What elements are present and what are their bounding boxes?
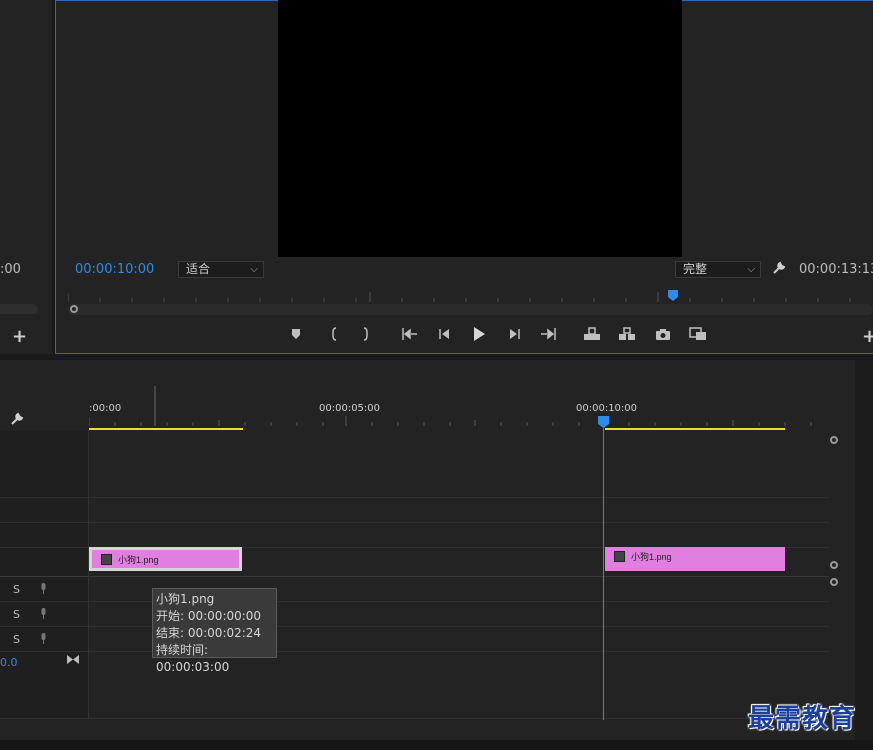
extract-icon[interactable] xyxy=(616,323,638,345)
microphone-icon[interactable] xyxy=(40,633,47,644)
mark-in-icon[interactable] xyxy=(323,323,345,345)
microphone-icon[interactable] xyxy=(40,608,47,619)
timeline-clip[interactable]: 小狗1.png xyxy=(605,547,785,571)
microphone-icon[interactable] xyxy=(40,583,47,594)
header-divider xyxy=(88,430,89,718)
bowtie-icon[interactable] xyxy=(67,654,79,667)
scrollbar-handle[interactable] xyxy=(830,578,838,586)
track-divider xyxy=(0,522,829,523)
clip-tooltip: 小狗1.png 开始: 00:00:00:00 结束: 00:00:02:24 … xyxy=(152,588,277,674)
play-icon[interactable] xyxy=(468,323,490,345)
program-zoom-scrollbar[interactable] xyxy=(68,304,873,315)
scrollbar-handle[interactable] xyxy=(70,305,78,313)
settings-wrench-icon[interactable] xyxy=(772,261,786,279)
timeline-playhead-line[interactable] xyxy=(603,420,604,720)
clip-label: 小狗1.png xyxy=(631,552,672,562)
zoom-level-select[interactable]: 适合 ⌵ xyxy=(178,261,264,278)
timeline-vertical-scrollbar[interactable] xyxy=(829,430,841,720)
tooltip-start: 开始: 00:00:00:00 xyxy=(156,609,262,623)
adjacent-panel-edge xyxy=(855,360,873,740)
timeline-time-ruler[interactable]: :00:00 00:00:05:00 00:00:10:00 xyxy=(89,386,829,430)
video-audio-divider xyxy=(0,576,829,577)
scrollbar-handle[interactable] xyxy=(830,561,838,569)
watermark-text: 最需教育 xyxy=(748,704,857,734)
source-monitor-panel xyxy=(0,0,52,354)
video-preview xyxy=(278,0,682,257)
program-time-ruler[interactable] xyxy=(68,290,873,302)
playhead-timecode[interactable]: 00:00:10:00 xyxy=(75,262,154,277)
zoom-level-value: 适合 xyxy=(186,262,211,276)
track-divider xyxy=(0,718,829,719)
duration-timecode: 00:00:13:13 xyxy=(799,262,873,277)
track-divider xyxy=(0,651,829,652)
lift-icon[interactable] xyxy=(581,323,603,345)
go-to-in-icon[interactable] xyxy=(399,323,421,345)
mark-out-icon[interactable] xyxy=(355,323,377,345)
camera-icon[interactable] xyxy=(652,323,674,345)
comparison-view-icon[interactable] xyxy=(687,323,709,345)
chevron-down-icon: ⌵ xyxy=(250,264,258,275)
tooltip-clip-name: 小狗1.png xyxy=(156,592,215,606)
tooltip-duration: 持续时间: 00:00:03:00 xyxy=(156,643,230,674)
playback-resolution-value: 完整 xyxy=(683,262,708,276)
image-icon xyxy=(614,551,625,562)
image-icon xyxy=(101,554,112,565)
tooltip-end: 结束: 00:00:02:24 xyxy=(156,626,262,640)
program-add-button[interactable]: + xyxy=(862,326,873,347)
clip-label: 小狗1.png xyxy=(118,555,159,565)
chevron-down-icon: ⌵ xyxy=(747,264,755,275)
track-divider xyxy=(0,497,829,498)
marker-icon[interactable] xyxy=(285,323,307,345)
program-playhead-icon[interactable] xyxy=(668,290,678,301)
solo-button[interactable]: S xyxy=(13,583,20,596)
track-headers xyxy=(0,430,88,718)
bottom-bar xyxy=(0,740,873,750)
ruler-ticks xyxy=(89,386,812,430)
go-to-out-icon[interactable] xyxy=(537,323,559,345)
solo-button[interactable]: S xyxy=(13,608,20,621)
solo-button[interactable]: S xyxy=(13,633,20,646)
scrollbar-handle[interactable] xyxy=(830,436,838,444)
master-volume-value[interactable]: 0.0 xyxy=(0,656,18,669)
track-divider xyxy=(0,626,829,627)
timeline-settings-wrench-icon[interactable] xyxy=(10,412,24,430)
timeline-clip[interactable]: 小狗1.png xyxy=(89,547,242,571)
source-add-button[interactable]: + xyxy=(12,326,27,347)
source-scrollbar[interactable] xyxy=(0,304,38,314)
step-forward-icon[interactable] xyxy=(504,323,526,345)
step-back-icon[interactable] xyxy=(433,323,455,345)
playback-resolution-select[interactable]: 完整 ⌵ xyxy=(675,261,761,278)
source-timecode: :00 xyxy=(0,262,21,277)
track-divider xyxy=(0,601,829,602)
timeline-playhead-icon[interactable] xyxy=(598,416,609,428)
